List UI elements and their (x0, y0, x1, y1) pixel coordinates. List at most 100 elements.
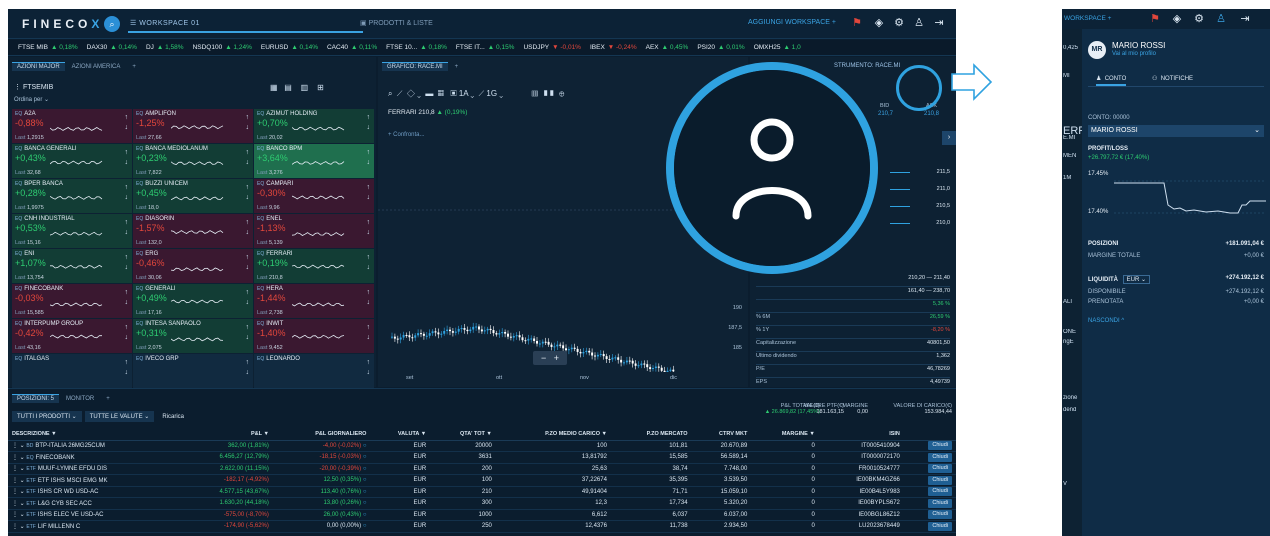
row-description[interactable]: ⋮ ⌄ ETF MUUF-LYMNE EFDU DIS (8, 463, 179, 475)
ticker-item[interactable]: CAC40 ▲ 0,11% (327, 40, 377, 55)
watchlist-tile[interactable]: EQ HERA -1,44% Last 2,738 ↑ ↓ (254, 284, 374, 318)
watchlist-tile[interactable]: EQ LEONARDO ↑ ↓ (254, 354, 374, 388)
row-description[interactable]: ⋮ ⌄ ETF L&G CYB SEC ACC (8, 497, 179, 510)
table-row[interactable]: ⋮ ⌄ ETF ISHS CR WD USD-AC 4.577,15 (43,67… (8, 486, 956, 498)
close-position-button[interactable]: Chiudi (928, 521, 952, 531)
trade-arrows-icon[interactable]: ↑ ↓ (246, 113, 250, 133)
logout-icon[interactable]: ⇥ (1238, 12, 1252, 26)
watchlist-tile[interactable]: EQ ITALGAS ↑ ↓ (12, 354, 132, 388)
watchlist-tile[interactable]: EQ ENEL -1,13% Last 5,139 ↑ ↓ (254, 214, 374, 248)
ticker-item[interactable]: EURUSD ▲ 0,14% (261, 40, 318, 55)
layers-icon[interactable]: ◈ (872, 16, 886, 30)
trade-arrows-icon[interactable]: ↑ ↓ (125, 253, 129, 273)
workspace-tab[interactable]: ☰ WORKSPACE 01 (130, 19, 200, 27)
column-header[interactable]: DESCRIZIONE ▼ (8, 429, 179, 441)
watchlist-tile[interactable]: EQ BUZZI UNICEM +0,45% Last 18,0 ↑ ↓ (133, 179, 253, 213)
instrument-tab[interactable]: STRUMENTO: RACE.MI (834, 63, 900, 69)
column-header[interactable]: P&L GIORNALIERO (272, 429, 371, 441)
trade-arrows-icon[interactable]: ↑ ↓ (246, 218, 250, 238)
tab-notifiche[interactable]: ⚇ NOTIFICHE (1152, 75, 1193, 82)
watchlist-tile[interactable]: EQ CNH INDUSTRIAL +0,53% Last 15,16 ↑ ↓ (12, 214, 132, 248)
watchlist-tile[interactable]: EQ CAMPARI -0,30% Last 9,96 ↑ ↓ (254, 179, 374, 213)
ticker-item[interactable]: DAX30 ▲ 0,14% (87, 40, 137, 55)
ticker-item[interactable]: FTSE MIB ▲ 0,18% (18, 40, 78, 55)
trade-arrows-icon[interactable]: ↑ ↓ (367, 323, 371, 343)
add-positions-tab-button[interactable]: + (101, 394, 115, 403)
ticker-item[interactable]: AEX ▲ 0,45% (646, 40, 689, 55)
watchlist-tile[interactable]: EQ IVECO GRP ↑ ↓ (133, 354, 253, 388)
table-row[interactable]: ⋮ ⌄ ETF ISHS ELEC VE USD-AC -575,00 (-8,7… (8, 509, 956, 521)
gear-icon[interactable]: ⚙ (892, 16, 906, 30)
row-description[interactable]: ⋮ ⌄ ETF LIF MILLENN C (8, 520, 179, 533)
watchlist-tile[interactable]: EQ AZIMUT HOLDING +0,70% Last 20,02 ↑ ↓ (254, 109, 374, 143)
column-header[interactable]: P.ZO MEDIO CARICO ▼ (495, 429, 611, 441)
trade-arrows-icon[interactable]: ↑ ↓ (246, 183, 250, 203)
row-description[interactable]: ⋮ ⌄ ETF ETF ISHS MSCI EMG MK (8, 474, 179, 487)
add-chart-tab-button[interactable]: + (450, 62, 464, 71)
table-row[interactable]: ⋮ ⌄ ETF L&G CYB SEC ACC 1.630,20 (44,18%)… (8, 497, 956, 510)
table-row[interactable]: ⋮ ⌄ EQ FINECOBANK 6.456,27 (12,79%) -18,1… (8, 451, 956, 464)
column-header[interactable]: MARGINE ▼ (751, 429, 819, 441)
watchlist-tile[interactable]: EQ FINECOBANK -0,03% Last 15,585 ↑ ↓ (12, 284, 132, 318)
trade-arrows-icon[interactable]: ↑ ↓ (246, 288, 250, 308)
row-description[interactable]: ⋮ ⌄ BD BTP-ITALIA 26MG25CUM (8, 440, 179, 452)
ticker-item[interactable]: DJ ▲ 1,58% (146, 40, 184, 55)
tab-azioni-america[interactable]: AZIONI AMERICA (67, 62, 126, 71)
tab-positions[interactable]: POSIZIONI: 5 (12, 394, 60, 403)
watchlist-tile[interactable]: EQ A2A -0,88% Last 1,2915 ↑ ↓ (12, 109, 132, 143)
filter-products[interactable]: TUTTI I PRODOTTI ⌄ (12, 411, 82, 422)
row-description[interactable]: ⋮ ⌄ EQ FINECOBANK (8, 451, 179, 464)
watchlist-tile[interactable]: EQ BANCA MEDIOLANUM +0,23% Last 7,822 ↑ ↓ (133, 144, 253, 178)
close-position-button[interactable]: Chiudi (928, 475, 952, 485)
watchlist-tile[interactable]: EQ BANCA GENERALI +0,43% Last 32,68 ↑ ↓ (12, 144, 132, 178)
watchlist-tile[interactable]: EQ DIASORIN -1,57% Last 132,0 ↑ ↓ (133, 214, 253, 248)
products-tab[interactable]: ▣ PRODOTTI & LISTE (360, 19, 433, 27)
list-name[interactable]: ⋮ FTSEMIB (14, 83, 53, 91)
ticker-item[interactable]: USDJPY ▼ -0,01% (523, 40, 581, 55)
trade-arrows-icon[interactable]: ↑ ↓ (125, 183, 129, 203)
watchlist-tile[interactable]: EQ BANCO BPM +3,64% Last 3,276 ↑ ↓ (254, 144, 374, 178)
trade-arrows-icon[interactable]: ↑ ↓ (367, 183, 371, 203)
zoom-controls[interactable]: − + (533, 351, 567, 365)
notification-icon[interactable]: ⚑ (850, 16, 864, 30)
fineco-logo[interactable]: FINECOX (22, 17, 103, 31)
zoom-out-button[interactable]: − (541, 353, 546, 363)
workspace-add[interactable]: WORKSPACE + (1064, 15, 1111, 22)
search-icon[interactable]: ⌕ (104, 16, 120, 32)
add-tab-button[interactable]: + (127, 62, 141, 71)
column-header[interactable]: CTRV MKT (691, 429, 752, 441)
logout-icon[interactable]: ⇥ (932, 16, 946, 30)
trade-arrows-icon[interactable]: ↑ ↓ (125, 148, 129, 168)
ticker-item[interactable]: NSDQ100 ▲ 1,24% (193, 40, 252, 55)
ticker-item[interactable]: FTSE IT... ▲ 0,15% (456, 40, 515, 55)
gear-icon[interactable]: ⚙ (1192, 12, 1206, 26)
refresh-button[interactable]: Ricarica (157, 412, 189, 422)
column-header[interactable]: P.ZO MERCATO (610, 429, 692, 441)
watchlist-tile[interactable]: EQ FERRARI +0,19% Last 210,8 ↑ ↓ (254, 249, 374, 283)
grid-view-icon[interactable]: ▦ ▤ ▥ ⊞ (270, 83, 324, 92)
trade-arrows-icon[interactable]: ↑ ↓ (125, 323, 129, 343)
trade-arrows-icon[interactable]: ↑ ↓ (125, 218, 129, 238)
hide-button[interactable]: NASCONDI ^ (1088, 318, 1264, 324)
column-header[interactable]: VALUTA ▼ (370, 429, 431, 441)
watchlist-tile[interactable]: EQ BPER BANCA +0,28% Last 1,9975 ↑ ↓ (12, 179, 132, 213)
compare-button[interactable]: + Confronta... (388, 132, 425, 138)
user-icon[interactable]: ♙ (912, 16, 926, 30)
tab-conto[interactable]: ♟ CONTO (1096, 75, 1127, 86)
trade-arrows-icon[interactable]: ↑ ↓ (125, 288, 129, 308)
column-header[interactable] (903, 429, 956, 441)
tab-monitor[interactable]: MONITOR (61, 394, 99, 403)
ticker-item[interactable]: IBEX ▼ -0,24% (590, 40, 637, 55)
trade-arrows-icon[interactable]: ↑ ↓ (246, 253, 250, 273)
watchlist-tile[interactable]: EQ INTERPUMP GROUP -0,42% Last 43,16 ↑ ↓ (12, 319, 132, 353)
watchlist-tile[interactable]: EQ INWIT -1,40% Last 9,452 ↑ ↓ (254, 319, 374, 353)
close-position-button[interactable]: Chiudi (928, 510, 952, 520)
table-row[interactable]: ⋮ ⌄ ETF MUUF-LYMNE EFDU DIS 2.622,00 (11,… (8, 463, 956, 475)
currency-select[interactable]: EUR ⌄ (1122, 275, 1151, 284)
column-header[interactable]: ISIN (818, 429, 904, 441)
ticker-item[interactable]: PSI20 ▲ 0,01% (697, 40, 744, 55)
trade-arrows-icon[interactable]: ↑ ↓ (367, 218, 371, 238)
trade-arrows-icon[interactable]: ↑ ↓ (367, 253, 371, 273)
trade-arrows-icon[interactable]: ↑ ↓ (246, 323, 250, 343)
trade-arrows-icon[interactable]: ↑ ↓ (367, 113, 371, 133)
